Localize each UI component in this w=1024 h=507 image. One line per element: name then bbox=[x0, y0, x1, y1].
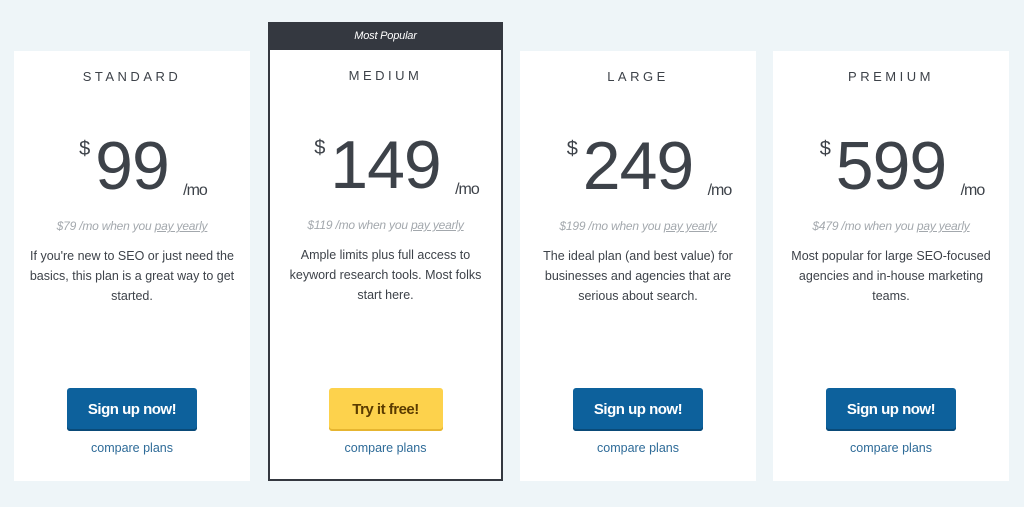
plan-description: Most popular for large SEO-focused agenc… bbox=[791, 249, 991, 303]
compare-plans-link[interactable]: compare plans bbox=[773, 441, 1009, 455]
pay-yearly-link[interactable]: pay yearly bbox=[664, 219, 717, 233]
try-free-button[interactable]: Try it free! bbox=[328, 388, 443, 431]
price: $ 599 /mo bbox=[820, 132, 985, 200]
plan-description: The ideal plan (and best value) for busi… bbox=[543, 249, 733, 303]
price: $ 99 /mo bbox=[79, 132, 208, 200]
plan-name: STANDARD bbox=[82, 69, 182, 84]
yearly-price-note: $79 /mo when you pay yearly bbox=[14, 219, 250, 233]
yearly-price-text: $199 /mo when you bbox=[559, 219, 664, 233]
compare-plans-link[interactable]: compare plans bbox=[520, 441, 756, 455]
price-period: /mo bbox=[960, 182, 986, 199]
sign-up-button[interactable]: Sign up now! bbox=[67, 388, 197, 431]
price: $ 149 /mo bbox=[314, 131, 479, 199]
plan-name: MEDIUM bbox=[348, 68, 423, 83]
most-popular-badge: Most Popular bbox=[270, 22, 501, 50]
yearly-price-text: $119 /mo when you bbox=[307, 218, 411, 232]
plan-card-premium: PREMIUM $ 599 /mo $479 /mo when you pay … bbox=[773, 51, 1009, 481]
pay-yearly-link[interactable]: pay yearly bbox=[155, 219, 208, 233]
sign-up-button[interactable]: Sign up now! bbox=[826, 388, 956, 431]
price-row: $ 149 /mo bbox=[270, 131, 501, 199]
price-row: $ 249 /mo bbox=[520, 132, 756, 200]
currency-symbol: $ bbox=[79, 138, 90, 160]
currency-symbol: $ bbox=[819, 138, 831, 160]
price-amount: 149 bbox=[330, 127, 441, 203]
pay-yearly-link[interactable]: pay yearly bbox=[411, 218, 464, 232]
price-row: $ 99 /mo bbox=[14, 132, 250, 200]
yearly-price-note: $479 /mo when you pay yearly bbox=[773, 219, 1009, 233]
yearly-price-note: $199 /mo when you pay yearly bbox=[520, 219, 756, 233]
plan-description: Ample limits plus full access to keyword… bbox=[289, 248, 482, 302]
plan-description: If you're new to SEO or just need the ba… bbox=[29, 249, 235, 303]
price-amount: 99 bbox=[95, 128, 170, 204]
currency-symbol: $ bbox=[314, 137, 325, 159]
plan-card-large: LARGE $ 249 /mo $199 /mo when you pay ye… bbox=[520, 51, 756, 481]
compare-plans-link[interactable]: compare plans bbox=[270, 441, 501, 455]
price-row: $ 599 /mo bbox=[773, 132, 1009, 200]
price-amount: 599 bbox=[835, 128, 947, 204]
compare-plans-link[interactable]: compare plans bbox=[14, 441, 250, 455]
price-period: /mo bbox=[455, 181, 480, 198]
sign-up-button[interactable]: Sign up now! bbox=[573, 388, 703, 431]
plan-name: LARGE bbox=[607, 69, 669, 84]
price-amount: 249 bbox=[582, 128, 694, 204]
price: $ 249 /mo bbox=[567, 132, 732, 200]
plan-card-medium: Most Popular MEDIUM $ 149 /mo $119 /mo w… bbox=[268, 22, 503, 481]
plan-card-standard: STANDARD $ 99 /mo $79 /mo when you pay y… bbox=[14, 51, 250, 481]
yearly-price-text: $79 /mo when you bbox=[56, 219, 155, 233]
pay-yearly-link[interactable]: pay yearly bbox=[917, 219, 970, 233]
price-period: /mo bbox=[707, 182, 733, 199]
price-period: /mo bbox=[183, 182, 208, 199]
currency-symbol: $ bbox=[566, 138, 578, 160]
plan-name: PREMIUM bbox=[848, 69, 934, 84]
yearly-price-text: $479 /mo when you bbox=[812, 219, 917, 233]
yearly-price-note: $119 /mo when you pay yearly bbox=[270, 218, 501, 232]
